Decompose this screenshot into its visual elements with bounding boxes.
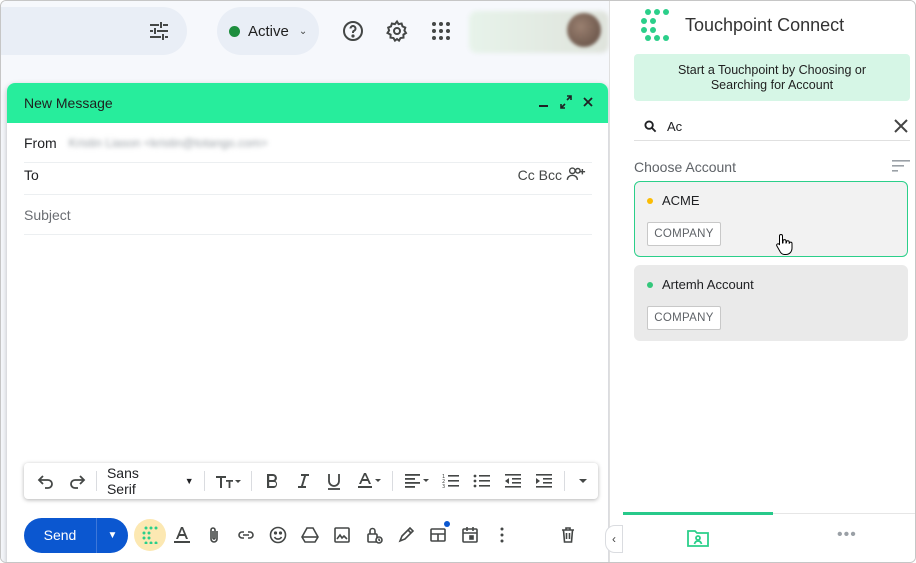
search-icon	[644, 120, 657, 133]
insert-photo-icon[interactable]	[326, 519, 358, 551]
choose-account-header: Choose Account	[634, 157, 910, 177]
minimize-icon[interactable]	[538, 95, 550, 109]
emoji-icon[interactable]	[262, 519, 294, 551]
schedule-event-icon[interactable]	[454, 519, 486, 551]
bold-icon[interactable]	[256, 463, 287, 499]
instruction-banner: Start a Touchpoint by Choosing or Search…	[634, 54, 910, 101]
drive-icon[interactable]	[294, 519, 326, 551]
compose-window: New Message From Kristin Liason <kristin…	[7, 83, 608, 562]
touchpoint-brand-icon	[641, 9, 671, 41]
apps-grid-icon[interactable]	[429, 19, 453, 43]
insert-link-icon[interactable]	[230, 519, 262, 551]
toolbar-divider	[251, 471, 253, 491]
caret-down-icon: ▼	[184, 476, 194, 486]
redo-icon[interactable]	[61, 463, 92, 499]
toolbar-divider	[96, 471, 97, 491]
panel-footer-tabs: •••	[623, 512, 915, 562]
font-family-label: Sans Serif	[106, 465, 139, 497]
account-search[interactable]: Ac	[634, 113, 910, 141]
status-label: Active	[248, 22, 289, 40]
compose-bottom-bar: Send ▼	[24, 517, 598, 553]
collapse-panel-icon[interactable]: ‹	[605, 525, 623, 553]
sort-icon[interactable]	[892, 159, 910, 173]
formatting-toolbar: Sans Serif ▼ 123	[24, 463, 598, 499]
compose-title: New Message	[24, 95, 113, 111]
layouts-icon[interactable]	[422, 519, 454, 551]
account-type-badge: COMPANY	[647, 222, 721, 246]
more-tabs-icon[interactable]: •••	[837, 526, 857, 544]
account-name: ACME	[662, 193, 700, 208]
search-input[interactable]: Ac	[667, 119, 682, 134]
align-icon[interactable]	[397, 463, 436, 499]
account-card[interactable]: Artemh Account COMPANY	[634, 265, 908, 341]
account-type-badge: COMPANY	[647, 306, 721, 330]
subject-field[interactable]: Subject	[24, 207, 71, 223]
confidential-mode-icon[interactable]	[358, 519, 390, 551]
numbered-list-icon[interactable]: 123	[436, 463, 467, 499]
from-label: From	[24, 134, 57, 151]
active-tab-indicator	[623, 512, 773, 515]
indent-more-icon[interactable]	[529, 463, 560, 499]
account-title: ACME	[647, 193, 907, 208]
text-size-icon[interactable]	[209, 463, 248, 499]
account-name: Artemh Account	[662, 277, 754, 292]
hand-cursor-icon	[776, 233, 793, 255]
settings-gear-icon[interactable]	[385, 19, 409, 43]
panel-title: Touchpoint Connect	[685, 14, 845, 35]
help-icon[interactable]	[341, 19, 365, 43]
svg-text:3: 3	[442, 484, 445, 490]
send-button[interactable]: Send	[24, 517, 96, 553]
more-formatting-icon[interactable]	[569, 463, 598, 499]
bulleted-list-icon[interactable]	[467, 463, 498, 499]
gmail-area: Active ⌄ New Message From Kristin Liason…	[1, 1, 623, 562]
side-panel-divider	[609, 1, 623, 562]
user-avatar[interactable]	[567, 13, 601, 47]
cc-bcc-controls: Cc Bcc	[518, 166, 586, 184]
signature-pen-icon[interactable]	[390, 519, 422, 551]
status-selector[interactable]: Active ⌄	[217, 7, 319, 55]
account-status-dot	[647, 281, 653, 288]
expand-icon[interactable]	[560, 95, 572, 109]
discard-draft-icon[interactable]	[552, 519, 584, 551]
send-options-button[interactable]: ▼	[96, 517, 128, 553]
subject-row[interactable]: Subject	[24, 195, 592, 235]
account-status-dot	[647, 197, 653, 204]
underline-icon[interactable]	[318, 463, 349, 499]
app-frame: Active ⌄ New Message From Kristin Liason…	[0, 0, 916, 563]
panel-header: Touchpoint Connect	[623, 1, 915, 49]
cc-bcc-button[interactable]: Cc Bcc	[518, 167, 562, 183]
close-icon[interactable]	[582, 95, 594, 109]
compose-window-controls	[538, 95, 594, 109]
more-options-icon[interactable]	[486, 519, 518, 551]
account-card[interactable]: ACME COMPANY	[634, 181, 908, 257]
section-title: Choose Account	[634, 159, 736, 175]
indent-less-icon[interactable]	[498, 463, 529, 499]
to-row[interactable]: To Cc Bcc	[24, 155, 592, 195]
toolbar-divider	[392, 471, 394, 491]
folder-account-icon[interactable]	[687, 528, 709, 548]
touchpoint-panel: Touchpoint Connect Start a Touchpoint by…	[623, 1, 915, 562]
notification-dot	[444, 521, 450, 527]
text-color-icon[interactable]	[349, 463, 388, 499]
formatting-options-icon[interactable]	[166, 519, 198, 551]
attach-file-icon[interactable]	[198, 519, 230, 551]
chevron-down-icon: ⌄	[298, 25, 308, 37]
search-options-icon[interactable]	[147, 19, 171, 43]
compose-header[interactable]: New Message	[7, 83, 608, 123]
from-value[interactable]: Kristin Liason <kristin@totango.com>	[69, 136, 268, 150]
status-dot	[229, 25, 240, 37]
gmail-topbar: Active ⌄	[1, 1, 609, 63]
toolbar-divider	[563, 471, 565, 491]
font-family-select[interactable]: Sans Serif ▼	[101, 463, 200, 499]
to-label: To	[24, 166, 39, 183]
undo-icon[interactable]	[30, 463, 61, 499]
toolbar-divider	[203, 471, 205, 491]
touchpoint-logo-icon[interactable]	[134, 519, 166, 551]
italic-icon[interactable]	[287, 463, 318, 499]
banner-text: Start a Touchpoint by Choosing or Search…	[677, 63, 867, 92]
add-recipients-icon[interactable]	[566, 166, 586, 184]
clear-search-icon[interactable]	[892, 117, 910, 135]
account-title: Artemh Account	[647, 277, 907, 292]
